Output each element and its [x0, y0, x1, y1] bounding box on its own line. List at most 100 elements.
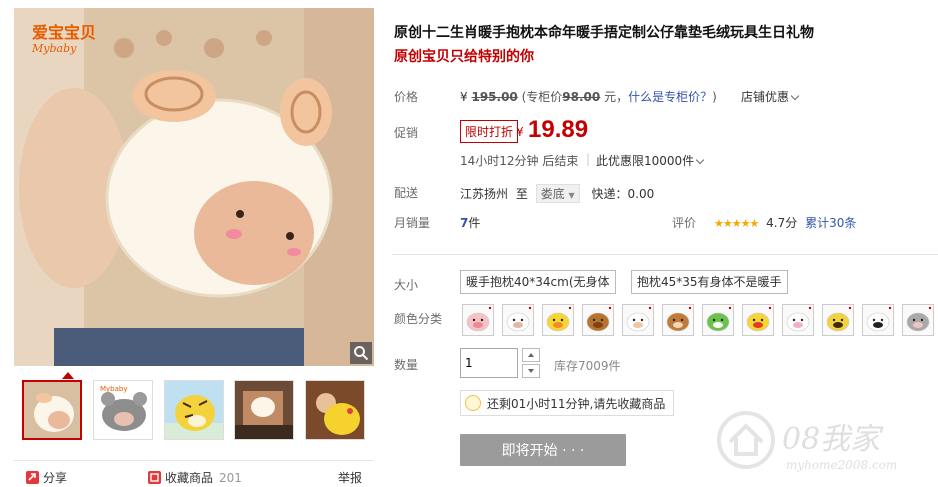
share-link[interactable]: 分享 [26, 469, 67, 486]
report-label: 举报 [338, 471, 363, 485]
shipping-fee: 快递：0.00 [591, 187, 655, 201]
quantity-increase-button[interactable] [522, 348, 540, 362]
shop-discount-label: 店铺优惠 [741, 90, 790, 104]
rabbit-face-icon [503, 305, 533, 335]
countdown: 14小时12分钟 后结束 [460, 154, 579, 168]
arrow-down-icon [528, 369, 534, 373]
chevron-down-icon [695, 155, 705, 165]
quantity-label: 数量 [394, 358, 419, 372]
original-price-row: ¥ 195.00 (专柜价98.00 元，什么是专柜价？) [460, 88, 717, 105]
share-label: 分享 [43, 471, 68, 485]
sheep-face-icon [623, 305, 653, 335]
thumbnail-strip: Mybaby [14, 372, 374, 444]
divider: | [586, 152, 591, 166]
zoom-button[interactable] [350, 342, 372, 364]
buy-now-button[interactable]: 即将开始 · · · [460, 434, 626, 466]
rating-stars: ★★★★★ [714, 217, 759, 230]
product-title: 原创十二生肖暖手抱枕本命年暖手捂定制公仔靠垫毛绒玩具生日礼物 [394, 25, 814, 41]
promo-tag: 限时打折 [460, 120, 519, 143]
destination-city: 娄底 [540, 187, 565, 201]
arrow-up-icon [528, 353, 534, 357]
share-icon [26, 471, 39, 484]
favorite-label: 收藏商品 [165, 471, 214, 485]
delivery-label: 配送 [394, 186, 419, 200]
size-option-hand-warmer[interactable]: 暖手抱枕40*34cm(无身体 [460, 270, 616, 294]
thumbnail-mouse[interactable]: Mybaby [93, 380, 153, 440]
sales-unit: 件 [468, 216, 481, 230]
size-option-pillow[interactable]: 抱枕45*35有身体不是暖手 [631, 270, 788, 294]
svg-text:Mybaby: Mybaby [31, 42, 77, 55]
quantity-decrease-button[interactable] [522, 364, 540, 378]
color-swatch-frog[interactable] [702, 304, 734, 336]
currency-symbol: ¥ [460, 90, 468, 104]
delivery-row: 江苏扬州 至 娄底 ▼ 快递：0.00 [460, 184, 654, 203]
color-swatch-sheep[interactable] [622, 304, 654, 336]
price-panel: 价格 ¥ 195.00 (专柜价98.00 元，什么是专柜价？) 店铺优惠 促销… [390, 78, 938, 244]
caret-down-icon: ▼ [568, 191, 575, 200]
sheep-plush-photo: 爱宝宝贝 Mybaby [14, 8, 374, 366]
color-swatch-pig[interactable] [462, 304, 494, 336]
counter-close: ) [712, 90, 717, 104]
size-label: 大小 [394, 278, 419, 292]
counter-price: 98.00 [562, 90, 601, 104]
promo-currency: ¥ [516, 125, 524, 139]
dairy-cow-face-icon [863, 305, 893, 335]
thumbnail-sheep[interactable] [22, 380, 82, 440]
color-swatch-rooster[interactable] [742, 304, 774, 336]
counter-suffix: 元， [604, 90, 629, 104]
color-swatch-mouse[interactable] [902, 304, 934, 336]
color-swatch-rabbit[interactable] [502, 304, 534, 336]
color-swatch-dairy-cow[interactable] [862, 304, 894, 336]
svg-text:爱宝宝贝: 爱宝宝贝 [32, 23, 96, 42]
favorite-icon [148, 471, 161, 484]
shop-discount-dropdown[interactable]: 店铺优惠 [741, 88, 800, 105]
chick-face-icon [543, 305, 573, 335]
bunny-face-icon [783, 305, 813, 335]
thumbnail-cushion[interactable] [234, 380, 294, 440]
color-label: 颜色分类 [394, 312, 443, 326]
main-product-photo: 爱宝宝贝 Mybaby [14, 8, 374, 366]
to-word: 至 [515, 187, 528, 201]
color-swatch-bunny[interactable] [782, 304, 814, 336]
promo-price: 19.89 [528, 116, 589, 143]
ox-face-icon [583, 305, 613, 335]
cow-face-icon [663, 305, 693, 335]
sales-label: 月销量 [394, 216, 431, 230]
mouse-face-icon [903, 305, 933, 335]
product-subtitle: 原创宝贝只给特别的你 [394, 49, 534, 65]
svg-text:Mybaby: Mybaby [100, 385, 128, 393]
thumbnail-tiger[interactable] [164, 380, 224, 440]
frog-face-icon [703, 305, 733, 335]
color-swatch-ox[interactable] [582, 304, 614, 336]
buy-button-label: 即将开始 · · · [501, 443, 585, 459]
chevron-down-icon [790, 91, 800, 101]
ship-from: 江苏扬州 [460, 187, 509, 201]
watermark-url: myhome2008.com [786, 458, 898, 472]
active-thumb-caret [62, 372, 74, 379]
tiger-face-icon [823, 305, 853, 335]
rating-row: ★★★★★ 4.7分 累计30条 [714, 214, 856, 231]
review-count-link[interactable]: 累计30条 [805, 216, 856, 230]
magnifier-icon [354, 346, 369, 361]
counter-price-link[interactable]: 什么是专柜价？ [628, 90, 712, 104]
favorite-count: 201 [219, 470, 242, 485]
lightbulb-icon [465, 395, 481, 411]
rooster-face-icon [743, 305, 773, 335]
destination-select[interactable]: 娄底 ▼ [535, 184, 580, 203]
favorite-link[interactable]: 收藏商品 201 [148, 469, 242, 486]
rating-score: 4.7分 [766, 216, 798, 230]
watermark-brand: 08我家 [782, 422, 881, 457]
limit-dropdown[interactable]: 此优惠限10000件 [596, 152, 705, 169]
site-watermark: 08我家 myhome2008.com [716, 404, 926, 484]
price-label: 价格 [394, 90, 419, 104]
color-swatch-cow[interactable] [662, 304, 694, 336]
original-price: 195.00 [471, 90, 518, 104]
sales-row: 7件 [460, 214, 480, 231]
color-swatch-chick[interactable] [542, 304, 574, 336]
counter-prefix: (专柜价 [521, 90, 563, 104]
thumbnail-chick[interactable] [305, 380, 365, 440]
color-swatch-tiger[interactable] [822, 304, 854, 336]
divider-line [392, 254, 938, 255]
report-link[interactable]: 举报 [338, 469, 362, 486]
quantity-input[interactable] [460, 348, 518, 378]
